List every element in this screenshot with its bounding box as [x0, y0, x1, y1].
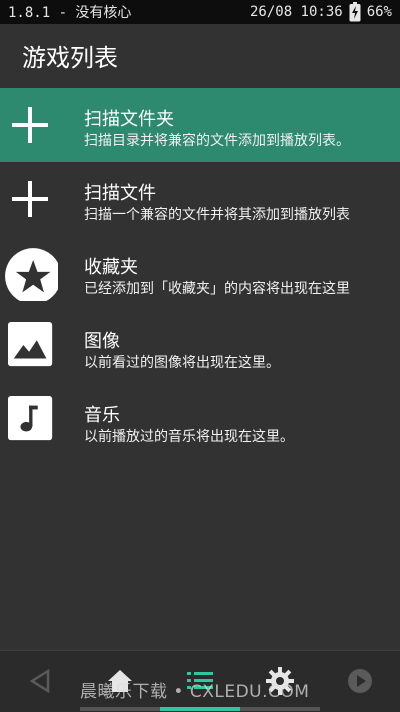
- item-description: 以前看过的图像将出现在这里。: [84, 355, 280, 371]
- item-title: 音乐: [84, 405, 120, 426]
- watermark-text: 晨曦乐下载 • CXLEDU.COM: [80, 682, 310, 702]
- status-datetime: 26/08 10:36: [249, 4, 343, 20]
- item-title: 收藏夹: [84, 257, 138, 278]
- status-bar: 1.8.1 - 没有核心 26/08 10:36 66%: [0, 0, 400, 24]
- triangle-left-icon: [29, 668, 50, 694]
- item-description: 已经添加到「收藏夹」的内容将出现在这里: [84, 281, 350, 297]
- list-item-scan-folder[interactable]: 扫描文件夹 扫描目录并将兼容的文件添加到播放列表。: [0, 88, 400, 162]
- plus-icon: [12, 181, 48, 217]
- back-button[interactable]: [20, 663, 60, 699]
- battery-charging-icon: [349, 2, 361, 22]
- item-description: 扫描目录并将兼容的文件添加到播放列表。: [84, 133, 350, 149]
- list-item-music[interactable]: 音乐 以前播放过的音乐将出现在这里。: [0, 384, 400, 458]
- play-circle-icon: [348, 669, 372, 693]
- plus-icon: [12, 107, 48, 143]
- status-core-text: 1.8.1 - 没有核心: [8, 5, 132, 21]
- item-title: 扫描文件: [84, 183, 156, 204]
- tab-indicator: [80, 707, 320, 711]
- list-item-images[interactable]: 图像 以前看过的图像将出现在这里。: [0, 310, 400, 384]
- tab-indicator-home: [80, 707, 160, 711]
- battery-percent: 66%: [366, 4, 392, 20]
- tab-indicator-settings: [240, 707, 320, 711]
- item-title: 图像: [84, 331, 120, 352]
- tab-indicator-playlist: [160, 707, 240, 711]
- app-bar: 游戏列表: [0, 24, 400, 88]
- page-title: 游戏列表: [22, 44, 118, 72]
- item-title: 扫描文件夹: [84, 109, 174, 130]
- status-right: 26/08 10:36 66%: [250, 2, 392, 22]
- run-button[interactable]: [340, 663, 380, 699]
- star-icon: [5, 248, 58, 301]
- list-item-favorites[interactable]: 收藏夹 已经添加到「收藏夹」的内容将出现在这里: [0, 236, 400, 310]
- music-icon: [8, 396, 53, 441]
- item-description: 以前播放过的音乐将出现在这里。: [84, 429, 294, 445]
- list-item-scan-file[interactable]: 扫描文件 扫描一个兼容的文件并将其添加到播放列表: [0, 162, 400, 236]
- playlist-menu: 扫描文件夹 扫描目录并将兼容的文件添加到播放列表。 扫描文件 扫描一个兼容的文件…: [0, 88, 400, 458]
- item-description: 扫描一个兼容的文件并将其添加到播放列表: [84, 207, 350, 223]
- image-icon: [8, 322, 53, 367]
